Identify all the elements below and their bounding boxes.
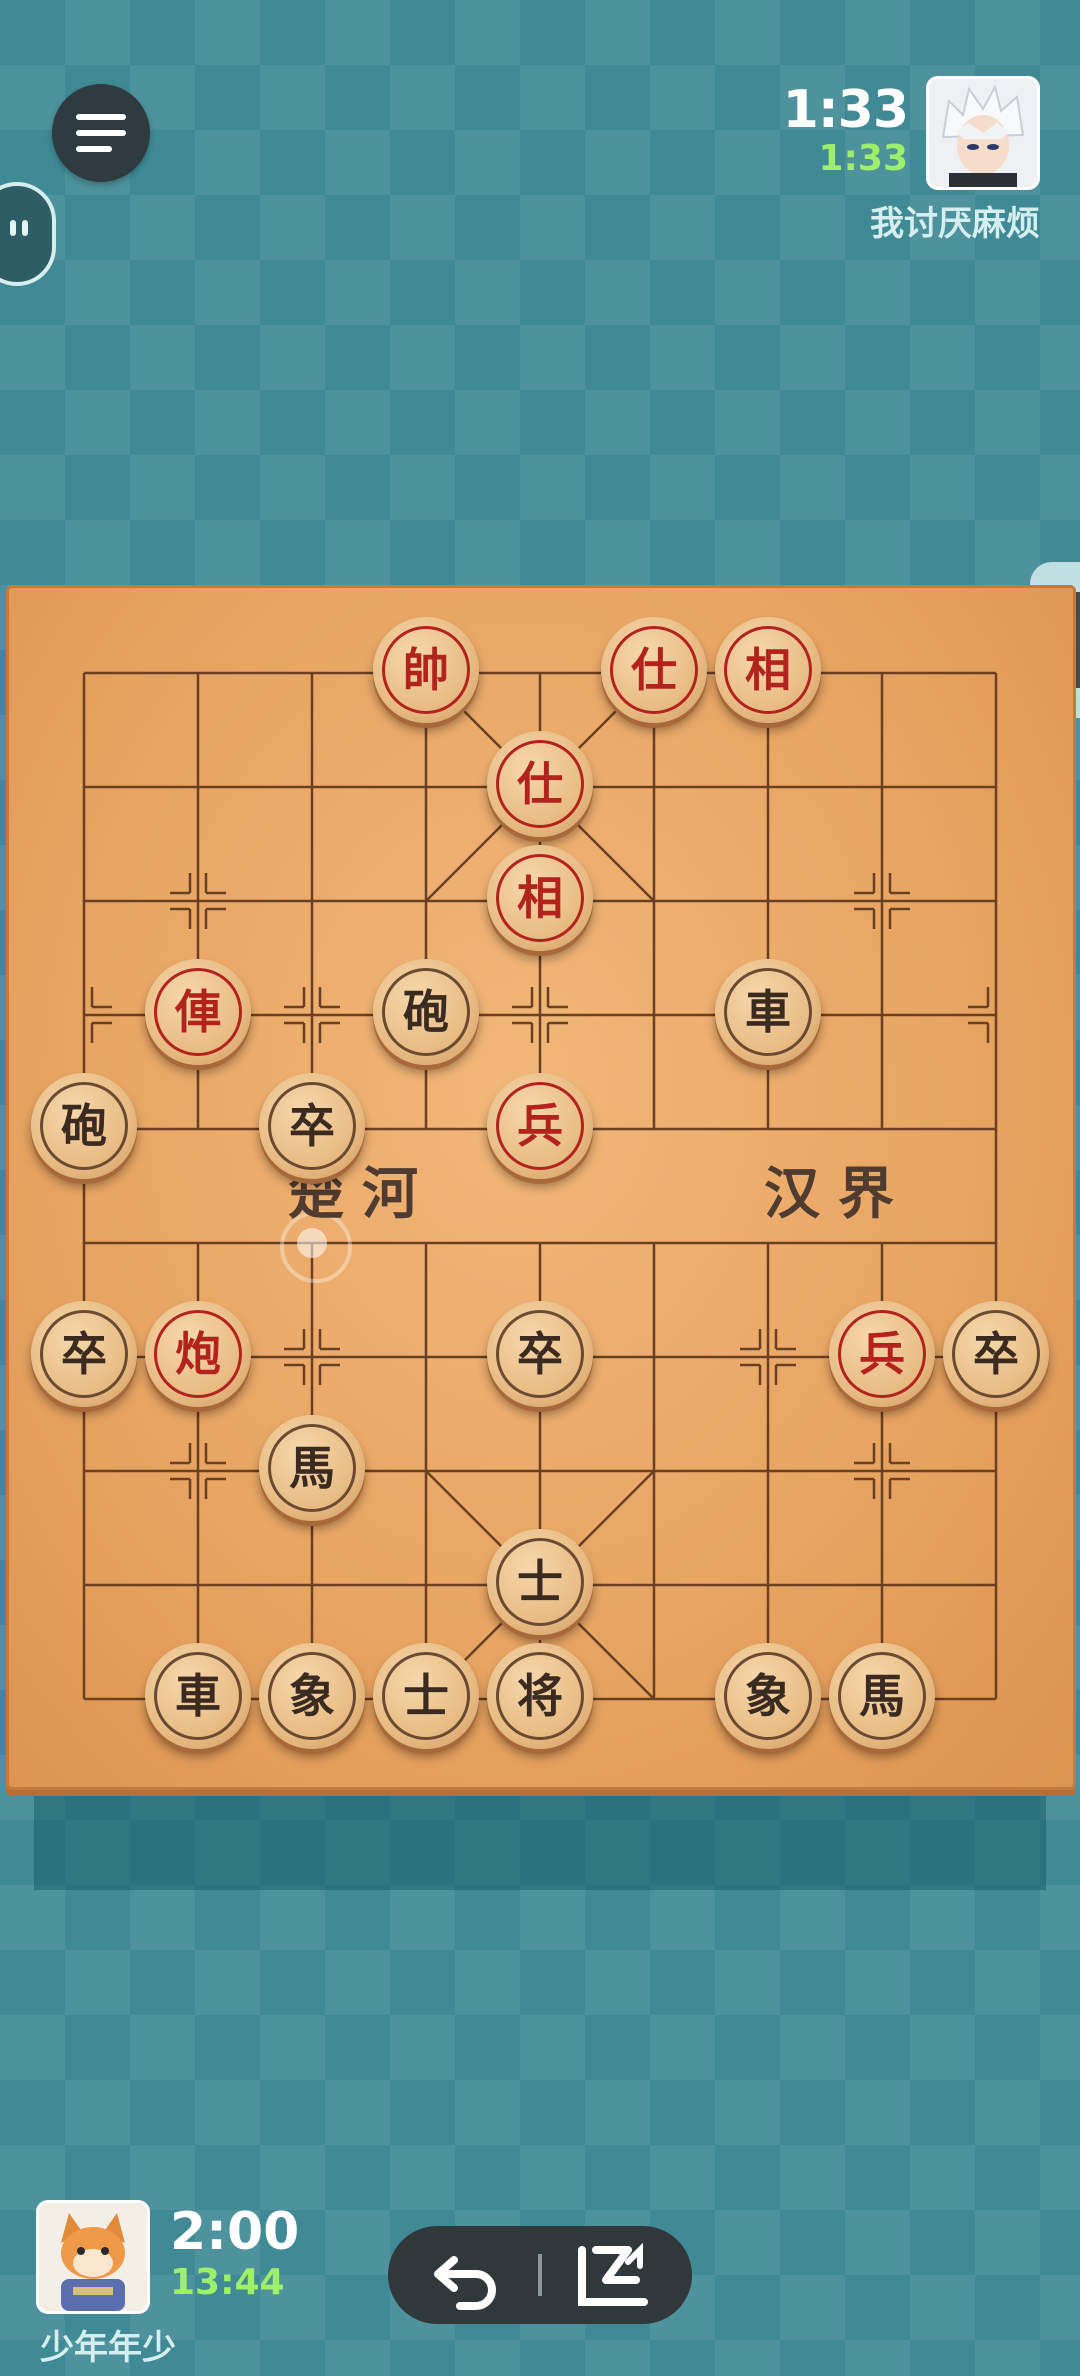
piece-black[interactable]: 士 (487, 1529, 593, 1635)
piece-black[interactable]: 車 (715, 959, 821, 1065)
piece-black[interactable]: 象 (259, 1643, 365, 1749)
player-name: 少年年少 (40, 2328, 176, 2368)
piece-black[interactable]: 馬 (829, 1643, 935, 1749)
chat-button[interactable] (0, 182, 56, 286)
piece-label: 士 (517, 1555, 563, 1609)
menu-button[interactable] (52, 84, 150, 182)
piece-label: 象 (745, 1669, 791, 1723)
opponent-main-timer: 1:33 (782, 80, 909, 140)
board-shadow (34, 1790, 1046, 1890)
piece-label: 馬 (859, 1669, 905, 1723)
piece-red[interactable]: 相 (487, 845, 593, 951)
piece-label: 象 (289, 1669, 335, 1723)
piece-label: 兵 (859, 1327, 905, 1381)
player-move-timer: 13:44 (170, 2262, 285, 2303)
piece-label: 砲 (61, 1099, 107, 1153)
piece-black[interactable]: 士 (373, 1643, 479, 1749)
piece-label: 仕 (517, 757, 563, 811)
chat-bubble-icon (10, 220, 28, 236)
piece-label: 車 (175, 1669, 221, 1723)
action-divider (538, 2254, 542, 2296)
piece-black[interactable]: 卒 (259, 1073, 365, 1179)
undo-button[interactable] (402, 2236, 532, 2314)
piece-black[interactable]: 卒 (487, 1301, 593, 1407)
piece-label: 相 (517, 871, 563, 925)
piece-black[interactable]: 卒 (943, 1301, 1049, 1407)
piece-label: 卒 (517, 1327, 563, 1381)
piece-label: 馬 (289, 1441, 335, 1495)
piece-label: 兵 (517, 1099, 563, 1153)
opponent-move-timer: 1:33 (818, 138, 908, 179)
action-bar (388, 2226, 692, 2324)
piece-red[interactable]: 兵 (487, 1073, 593, 1179)
piece-black[interactable]: 砲 (31, 1073, 137, 1179)
xiangqi-board[interactable]: 楚河 汉界 帥仕相仕相俥砲車砲卒兵卒炮卒兵卒馬士車象士将象馬 (6, 585, 1076, 1790)
piece-label: 車 (745, 985, 791, 1039)
piece-label: 帥 (403, 643, 449, 697)
piece-black[interactable]: 車 (145, 1643, 251, 1749)
piece-label: 卒 (973, 1327, 1019, 1381)
piece-black[interactable]: 馬 (259, 1415, 365, 1521)
piece-label: 仕 (631, 643, 677, 697)
piece-red[interactable]: 仕 (487, 731, 593, 837)
piece-label: 卒 (61, 1327, 107, 1381)
opponent-name: 我讨厌麻烦 (870, 204, 1040, 244)
resign-flag-icon (578, 2242, 648, 2306)
piece-red[interactable]: 俥 (145, 959, 251, 1065)
undo-arrow-icon (434, 2256, 496, 2310)
resign-button[interactable] (548, 2236, 678, 2314)
piece-label: 卒 (289, 1099, 335, 1153)
piece-label: 士 (403, 1669, 449, 1723)
last-move-origin-dot (297, 1228, 327, 1258)
piece-black[interactable]: 卒 (31, 1301, 137, 1407)
piece-label: 砲 (403, 985, 449, 1039)
piece-red[interactable]: 帥 (373, 617, 479, 723)
piece-red[interactable]: 炮 (145, 1301, 251, 1407)
opponent-panel: 1:33 1:33 我讨厌麻烦 (783, 76, 1040, 246)
opponent-avatar[interactable] (926, 76, 1040, 190)
piece-label: 俥 (175, 985, 221, 1039)
piece-red[interactable]: 兵 (829, 1301, 935, 1407)
piece-label: 将 (517, 1669, 563, 1723)
piece-black[interactable]: 象 (715, 1643, 821, 1749)
piece-label: 炮 (175, 1327, 221, 1381)
piece-red[interactable]: 仕 (601, 617, 707, 723)
piece-label: 相 (745, 643, 791, 697)
river-label-right: 汉界 (764, 1161, 912, 1227)
player-avatar[interactable] (36, 2200, 150, 2314)
piece-red[interactable]: 相 (715, 617, 821, 723)
piece-black[interactable]: 将 (487, 1643, 593, 1749)
menu-icon (76, 114, 126, 152)
player-main-timer: 2:00 (170, 2202, 300, 2262)
piece-black[interactable]: 砲 (373, 959, 479, 1065)
